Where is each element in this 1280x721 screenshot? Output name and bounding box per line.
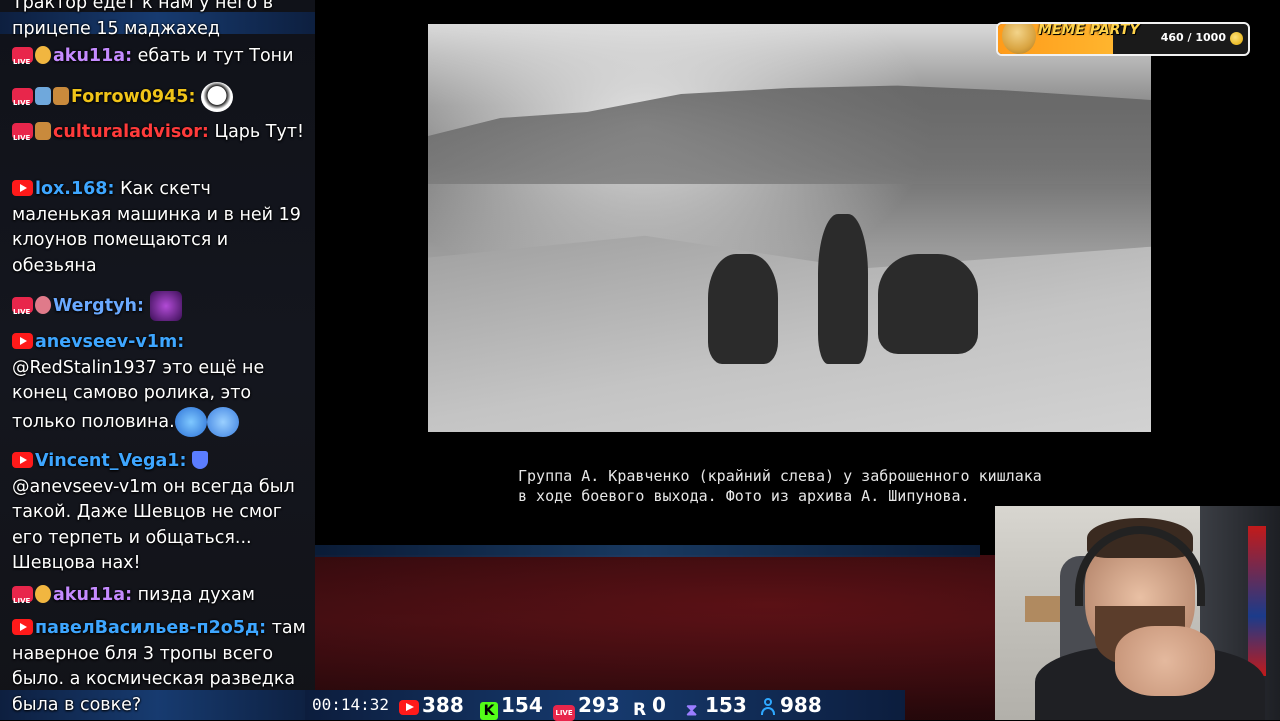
coin-icon bbox=[1230, 32, 1243, 45]
chat-message: lox.168: Как скетч маленькая машинка и в… bbox=[12, 179, 301, 276]
meme-party-title: MEME PARTY bbox=[1038, 22, 1140, 38]
youtube-platform-icon bbox=[12, 333, 33, 349]
kick-viewers: K 154 bbox=[480, 693, 543, 720]
chat-message-text: @anevseev-v1m он всегда был такой. Даже … bbox=[12, 476, 295, 574]
ghost-emote-icon bbox=[206, 406, 239, 437]
bread-badge-icon bbox=[53, 87, 69, 105]
purple-emote-icon bbox=[149, 291, 182, 321]
chat-message: Vincent_Vega1: @anevseev-v1m он всегда б… bbox=[12, 451, 295, 574]
chat-message: aku11a: ебать и тут Тони bbox=[12, 44, 307, 76]
live-platform-icon bbox=[12, 586, 33, 615]
vklive-viewers: LIVE 293 bbox=[553, 693, 620, 721]
chat-nick[interactable]: Vincent_Vega1 bbox=[35, 451, 179, 471]
youtube-platform-icon bbox=[12, 180, 33, 196]
meme-party-widget: MEME PARTY 460 / 1000 bbox=[996, 22, 1250, 56]
twitch-viewers: ⧗ 153 bbox=[686, 693, 747, 719]
live-platform-icon bbox=[12, 297, 33, 326]
archive-photo bbox=[428, 24, 1151, 432]
chat-message: anevseev-v1m: @RedStalin1937 это ещё не … bbox=[12, 330, 307, 437]
chat-message-text: пизда духам bbox=[137, 585, 255, 605]
chat-message: Wergtyh: bbox=[12, 291, 307, 326]
rutube-icon: R bbox=[633, 700, 647, 720]
chat-panel[interactable]: Трактор едет к нам у него в прицепе 15 м… bbox=[0, 0, 315, 720]
hourglass-icon: ⧗ bbox=[686, 700, 698, 719]
panda-emote-icon bbox=[201, 82, 234, 112]
chat-message-text: Царь Тут! bbox=[214, 122, 305, 142]
youtube-icon bbox=[399, 700, 419, 715]
photo-hills bbox=[428, 85, 1151, 184]
laughing-emote-icon bbox=[174, 406, 207, 437]
flag-icon bbox=[1248, 526, 1266, 676]
youtube-platform-icon bbox=[12, 452, 33, 468]
chat-nick[interactable]: lox.168 bbox=[35, 179, 108, 199]
shield-badge-icon bbox=[192, 451, 209, 469]
stream-stats-bar: 00:14:32 388 K 154 LIVE 293 R0 ⧗ 153 988 bbox=[305, 690, 905, 721]
chat-nick[interactable]: culturaladvisor bbox=[53, 122, 202, 142]
background-blue-stripe bbox=[310, 545, 980, 557]
chat-message: Forrow0945: bbox=[12, 82, 307, 117]
chat-nick[interactable]: павелВасильев-п2о5д bbox=[35, 618, 259, 638]
photo-caption: Группа А. Кравченко (крайний слева) у за… bbox=[518, 467, 1042, 505]
user-badge-icon bbox=[35, 46, 51, 64]
youtube-viewers: 388 bbox=[399, 693, 464, 717]
user-badge-icon bbox=[35, 585, 51, 603]
meme-party-count: 460 / 1000 bbox=[1160, 31, 1226, 44]
chat-nick[interactable]: Wergtyh bbox=[53, 296, 137, 316]
chat-message: павелВасильев-п2о5д: там наверное бля 3 … bbox=[12, 618, 306, 715]
photo-soldiers bbox=[688, 214, 988, 414]
live-platform-icon bbox=[12, 123, 33, 152]
chat-message: Трактор едет к нам у него в прицепе 15 м… bbox=[12, 0, 307, 42]
user-icon bbox=[759, 697, 777, 715]
live-platform-icon bbox=[12, 88, 33, 117]
bread-badge-icon bbox=[35, 122, 51, 140]
total-viewers: 988 bbox=[759, 693, 822, 717]
chat-message-text: ебать и тут Тони bbox=[137, 46, 294, 66]
webcam-feed bbox=[995, 506, 1280, 720]
kick-icon: K bbox=[480, 702, 498, 720]
live-icon: LIVE bbox=[553, 705, 575, 721]
stream-timer: 00:14:32 bbox=[312, 695, 390, 714]
chat-nick[interactable]: aku11a bbox=[53, 46, 125, 66]
cup-badge-icon bbox=[35, 87, 51, 105]
chat-nick[interactable]: anevseev-v1m bbox=[35, 332, 177, 352]
youtube-platform-icon bbox=[12, 619, 33, 635]
chat-nick[interactable]: aku11a bbox=[53, 585, 125, 605]
live-platform-icon bbox=[12, 47, 33, 76]
rutube-viewers: R0 bbox=[633, 693, 666, 720]
chat-message: culturaladvisor: Царь Тут! bbox=[12, 120, 307, 152]
pig-badge-icon bbox=[35, 296, 51, 314]
chat-message-text: Трактор едет к нам у него в прицепе 15 м… bbox=[12, 0, 274, 39]
chat-message: aku11a: пизда духам bbox=[12, 583, 307, 615]
chat-nick[interactable]: Forrow0945 bbox=[71, 87, 188, 107]
